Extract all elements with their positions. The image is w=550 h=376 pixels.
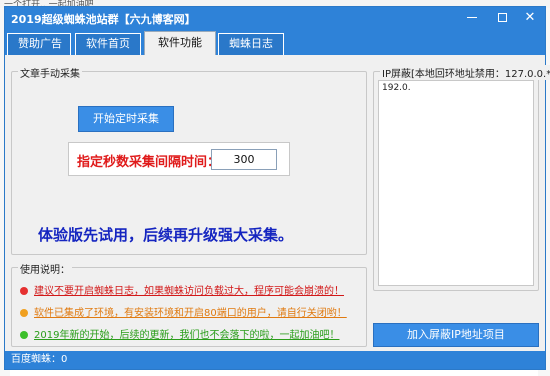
usage-note-2-text: 软件已集成了环境，有安装环境和开启80端口的用户，请自行关闭哟！ xyxy=(34,308,347,319)
main-window: 2019超级蜘蛛池站群【六九博客网】 ✕ 赞助广告 软件首页 软件功能 蜘蛛日志… xyxy=(4,6,550,370)
interval-seconds-input[interactable]: 300 xyxy=(211,149,277,170)
minimize-icon xyxy=(467,17,477,18)
ip-block-list[interactable]: 192.0. xyxy=(378,80,534,286)
ip-block-group: IP屏蔽[本地回环地址禁用：127.0.0.*]： 192.0. xyxy=(373,65,550,291)
tab-spider-log[interactable]: 蜘蛛日志 xyxy=(218,33,284,55)
orange-dot-icon xyxy=(20,309,28,317)
tab-strip: 赞助广告 软件首页 软件功能 蜘蛛日志 xyxy=(5,29,545,55)
close-icon: ✕ xyxy=(524,10,536,25)
tab-sponsor-ads[interactable]: 赞助广告 xyxy=(7,33,71,55)
red-dot-icon xyxy=(20,287,28,295)
tab-software-home[interactable]: 软件首页 xyxy=(75,33,141,55)
title-bar[interactable]: 2019超级蜘蛛池站群【六九博客网】 ✕ xyxy=(5,7,545,29)
manual-collect-group: 文章手动采集 开始定时采集 指定秒数采集间隔时间： 300 体验版先试用，后续再… xyxy=(11,65,367,255)
usage-notes-legend: 使用说明： xyxy=(18,261,72,276)
usage-note-2[interactable]: 软件已集成了环境，有安装环境和开启80端口的用户，请自行关闭哟！ xyxy=(20,304,347,319)
ip-block-legend: IP屏蔽[本地回环地址禁用：127.0.0.*]： xyxy=(380,65,550,80)
maximize-icon xyxy=(497,13,507,22)
minimize-button[interactable] xyxy=(457,7,487,29)
start-timed-collect-button[interactable]: 开始定时采集 xyxy=(78,106,174,132)
trial-promo-text: 体验版先试用，后续再升级强大采集。 xyxy=(38,226,294,244)
add-blocked-ip-button[interactable]: 加入屏蔽IP地址项目 xyxy=(373,323,539,347)
window-title: 2019超级蜘蛛池站群【六九博客网】 xyxy=(11,13,196,26)
usage-note-3[interactable]: 2019年新的开始，后续的更新，我们也不会落下的啦，一起加油吧！ xyxy=(20,326,339,341)
usage-note-1[interactable]: 建议不要开启蜘蛛日志，如果蜘蛛访问负载过大，程序可能会崩溃的！ xyxy=(20,282,344,297)
usage-note-3-text: 2019年新的开始，后续的更新，我们也不会落下的啦，一起加油吧！ xyxy=(34,330,340,341)
usage-note-1-text: 建议不要开启蜘蛛日志，如果蜘蛛访问负载过大，程序可能会崩溃的！ xyxy=(34,286,344,297)
usage-notes-group: 使用说明： 建议不要开启蜘蛛日志，如果蜘蛛访问负载过大，程序可能会崩溃的！ 软件… xyxy=(11,261,367,347)
interval-panel: 指定秒数采集间隔时间： 300 xyxy=(68,142,290,176)
baidu-spider-count: 百度蜘蛛：0 xyxy=(11,354,68,365)
tab-software-features[interactable]: 软件功能 xyxy=(144,31,216,55)
tab-content: 文章手动采集 开始定时采集 指定秒数采集间隔时间： 300 体验版先试用，后续再… xyxy=(5,55,550,351)
manual-collect-legend: 文章手动采集 xyxy=(18,65,82,80)
green-dot-icon xyxy=(20,331,28,339)
close-button[interactable]: ✕ xyxy=(515,7,545,29)
interval-label: 指定秒数采集间隔时间： xyxy=(77,155,221,170)
maximize-button[interactable] xyxy=(487,7,517,29)
ip-list-item[interactable]: 192.0. xyxy=(382,83,411,93)
status-bar: 百度蜘蛛：0 xyxy=(5,351,545,369)
